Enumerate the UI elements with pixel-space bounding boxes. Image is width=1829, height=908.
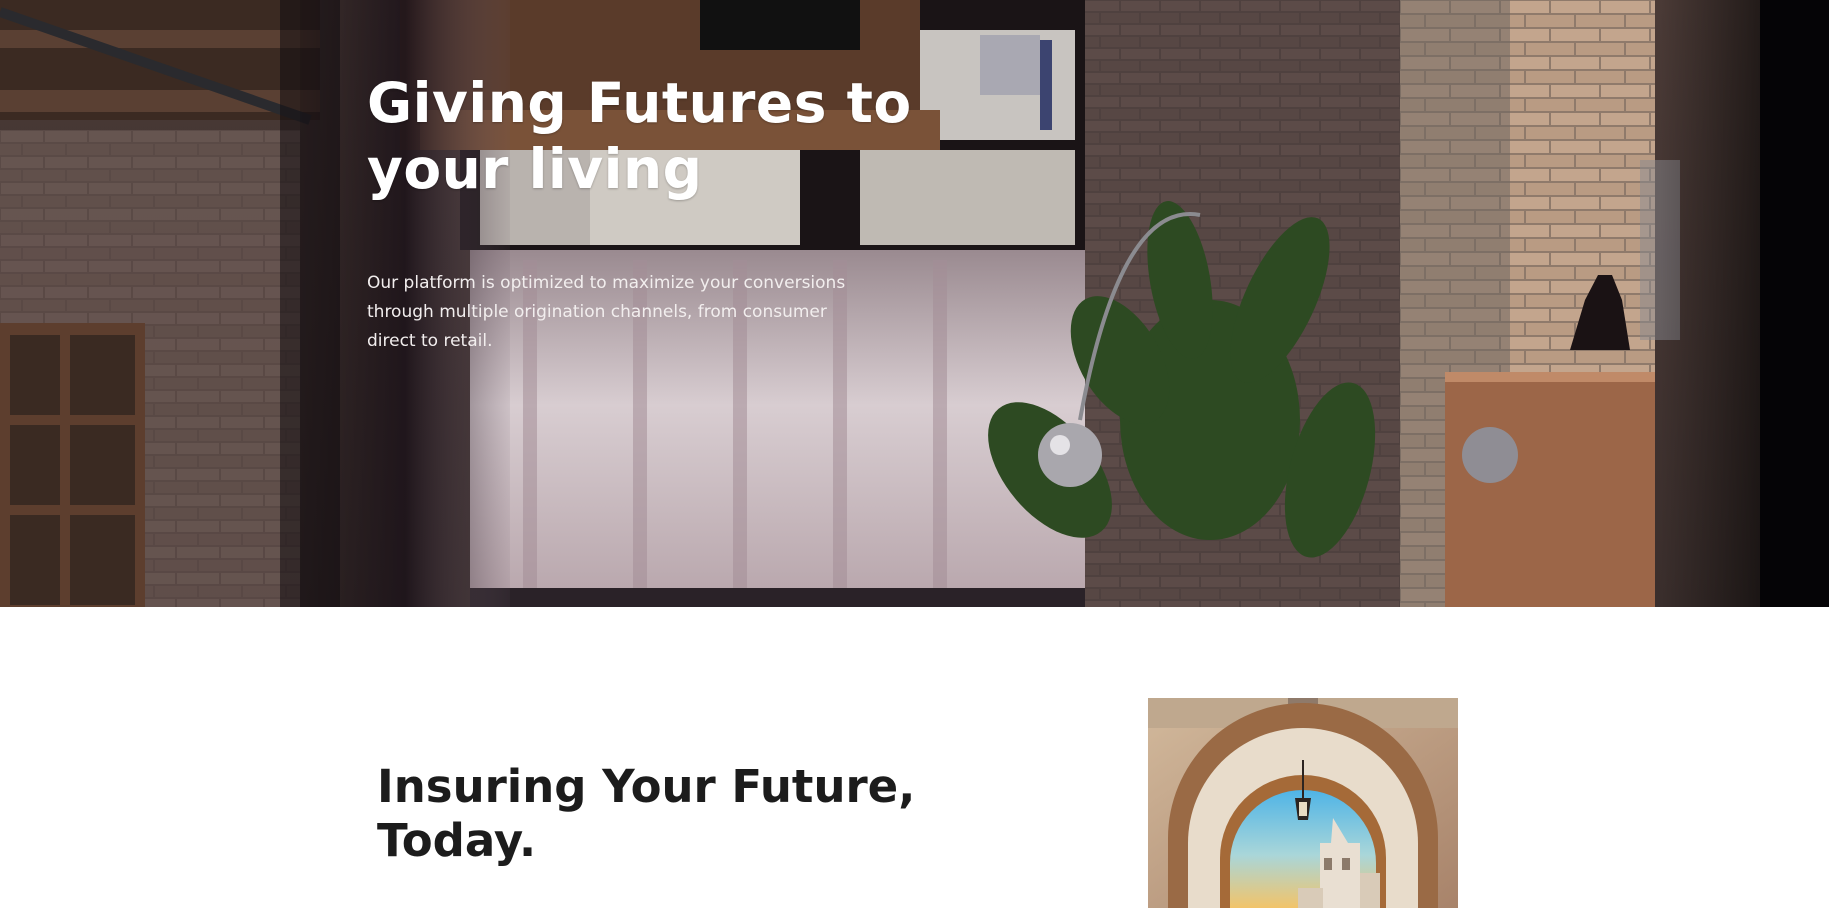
hero-section: Giving Futures to your living Our platfo…	[0, 0, 1829, 607]
hero-description: Our platform is optimized to maximize yo…	[367, 273, 846, 351]
hero-text-block: Giving Futures to your living Our platfo…	[367, 70, 1047, 351]
insuring-section: Insuring Your Future, Today.	[0, 607, 1829, 908]
hero-title: Giving Futures to your living	[367, 71, 912, 201]
section-title: Insuring Your Future, Today.	[377, 760, 916, 867]
archway-image	[1148, 698, 1458, 908]
